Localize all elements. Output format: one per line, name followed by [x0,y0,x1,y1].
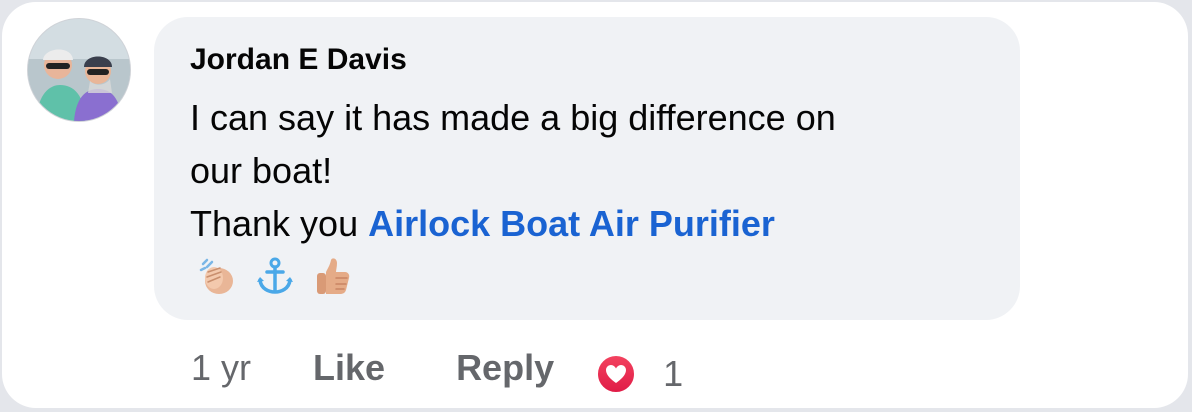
love-reaction-icon [596,354,637,394]
anchor-icon [257,257,293,294]
reply-button[interactable]: Reply [456,347,554,389]
comment-author[interactable]: Jordan E Davis [190,43,407,77]
comment-card: Jordan E Davis I can say it has made a b… [2,2,1188,408]
heart-icon [606,365,627,383]
comment-text: I can say it has made a big difference o… [190,91,950,250]
comment-actions: 1 yr Like Reply 1 [191,338,683,398]
reaction-summary[interactable]: 1 [596,353,683,395]
comment-line-1: I can say it has made a big difference o… [190,97,836,138]
emoji-row [198,255,352,297]
thanks-text: Thank you [190,203,369,244]
like-button[interactable]: Like [313,347,385,389]
comment-bubble: Jordan E Davis I can say it has made a b… [154,17,1020,320]
comment-line-2: our boat! [190,150,333,191]
comment-line-3: Thank you Airlock Boat Air Purifier [190,197,950,250]
clapping-hands-icon [199,258,233,294]
comment-timestamp[interactable]: 1 yr [191,347,251,389]
thumbs-up-icon [317,258,350,294]
page-mention-link[interactable]: Airlock Boat Air Purifier [368,203,775,244]
avatar-photo [28,19,130,121]
avatar[interactable] [27,18,131,122]
reaction-count: 1 [663,353,684,394]
